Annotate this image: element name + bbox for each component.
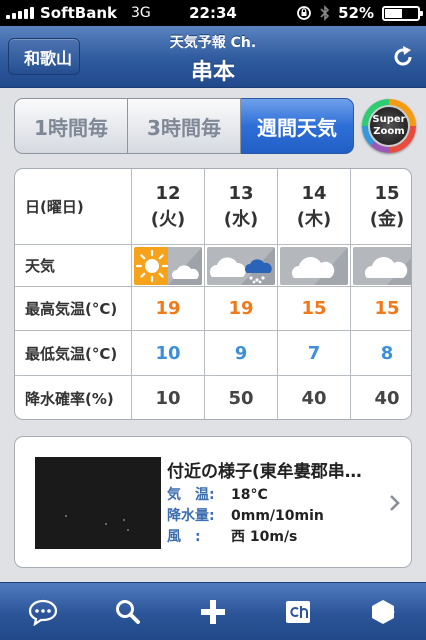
settings-hexagon-icon: [372, 599, 396, 624]
low-temp-cell: 9: [205, 331, 278, 376]
day-weekday: (火): [150, 208, 186, 230]
precip-prob-cell: 50: [205, 376, 278, 419]
weather-cell: [205, 245, 278, 287]
super-zoom-line1: Super: [372, 114, 406, 125]
precip-prob-cell: 40: [374, 388, 400, 409]
cloudy-icon: [353, 246, 411, 285]
battery-percent: 52%: [338, 4, 374, 22]
super-zoom-button[interactable]: Super Zoom: [362, 99, 416, 153]
refresh-icon[interactable]: [390, 44, 416, 70]
day-header: 14 (木): [278, 169, 351, 245]
back-button[interactable]: 和歌山: [8, 38, 80, 75]
precip-value: 0mm/10min: [231, 508, 324, 524]
wind-label: 風 :: [167, 529, 201, 545]
rotation-lock-icon: [297, 6, 311, 20]
day-header: 15 (金): [351, 169, 411, 245]
day-weekday: (水): [223, 208, 259, 230]
day-header: 13 (水): [205, 169, 278, 245]
weather-cell: [132, 245, 205, 287]
network-type: 3G: [131, 5, 151, 21]
row-header-weather: 天気: [15, 245, 132, 287]
day-date: 15: [374, 182, 400, 204]
nav-subtitle: 天気予報 Ch.: [169, 35, 257, 51]
tab-search[interactable]: [108, 592, 148, 632]
nearby-info: 気 温: 18°C 降水量: 0mm/10min 風 : 西 10m/s: [167, 485, 324, 548]
cloudy-then-snow-icon: [207, 246, 275, 285]
page-title: 串本: [190, 60, 235, 85]
high-temp-cell: 15: [278, 287, 351, 331]
row-header-high-temp: 最高気温(°C): [15, 287, 132, 331]
bluetooth-icon: [320, 5, 330, 21]
super-zoom-line2: Zoom: [373, 126, 405, 137]
segment-weekly[interactable]: 週間天気: [241, 98, 354, 154]
day-weekday: (金): [369, 208, 405, 230]
precip-prob-cell: 40: [278, 376, 351, 419]
low-temp-cell: 10: [132, 331, 205, 376]
navigation-bar: 和歌山 天気予報 Ch. 串本: [0, 26, 426, 88]
segment-hourly[interactable]: 1時間毎: [14, 98, 128, 154]
tab-channel[interactable]: [278, 592, 318, 632]
weather-cell: [278, 245, 351, 287]
plus-icon: [200, 599, 225, 624]
chat-bubble-icon: [28, 599, 57, 626]
segment-3-hourly[interactable]: 3時間毎: [128, 98, 241, 154]
cloudy-icon: [280, 246, 348, 285]
low-temp-cell: 8: [351, 331, 411, 376]
back-button-label: 和歌山: [23, 48, 72, 68]
temp-value: 18°C: [231, 487, 268, 503]
tab-chat[interactable]: [23, 592, 63, 632]
chevron-right-icon: [390, 495, 400, 511]
tab-bar: [0, 582, 426, 640]
channel-icon: [286, 600, 311, 623]
temp-label: 気 温:: [167, 487, 215, 503]
tab-settings[interactable]: [363, 592, 403, 632]
precip-label: 降水量:: [167, 508, 215, 524]
nearby-conditions-card[interactable]: 付近の様子(東牟婁郡串… 気 温: 18°C 降水量: 0mm/10min 風 : 西…: [14, 436, 412, 568]
high-temp-cell: 19: [205, 287, 278, 331]
day-weekday: (木): [296, 208, 332, 230]
high-temp-cell: 15: [351, 287, 411, 331]
search-icon: [115, 599, 140, 624]
nearby-title: 付近の様子(東牟婁郡串…: [167, 462, 362, 482]
day-date: 13: [228, 182, 254, 204]
row-header-low-temp: 最低気温(°C): [15, 331, 132, 376]
precip-prob-cell: 10: [132, 376, 205, 419]
weather-cell: [351, 245, 411, 287]
status-bar: SoftBank 3G 22:34 52%: [0, 0, 426, 26]
tab-add[interactable]: [193, 592, 233, 632]
day-date: 12: [155, 182, 181, 204]
row-header-day: 日(曜日): [15, 169, 132, 245]
weekly-weather-table: 日(曜日) 12 (火) 13 (水) 14 (木) 15 (金) 天気 最高気…: [14, 168, 412, 420]
day-header: 12 (火): [132, 169, 205, 245]
live-camera-thumbnail: [35, 457, 161, 549]
high-temp-cell: 19: [132, 287, 205, 331]
row-header-precip-prob: 降水確率(%): [15, 376, 132, 419]
nav-title-block: 天気予報 Ch. 串本: [100, 32, 326, 86]
sunny-then-cloudy-icon: [134, 246, 202, 285]
day-date: 14: [301, 182, 327, 204]
low-temp-cell: 7: [278, 331, 351, 376]
interval-segmented-control: 1時間毎 3時間毎 週間天気: [14, 98, 354, 154]
battery-icon: [382, 5, 423, 21]
wind-value: 西 10m/s: [231, 529, 298, 545]
carrier-name: SoftBank: [40, 4, 118, 22]
signal-strength-icon: [6, 7, 34, 19]
